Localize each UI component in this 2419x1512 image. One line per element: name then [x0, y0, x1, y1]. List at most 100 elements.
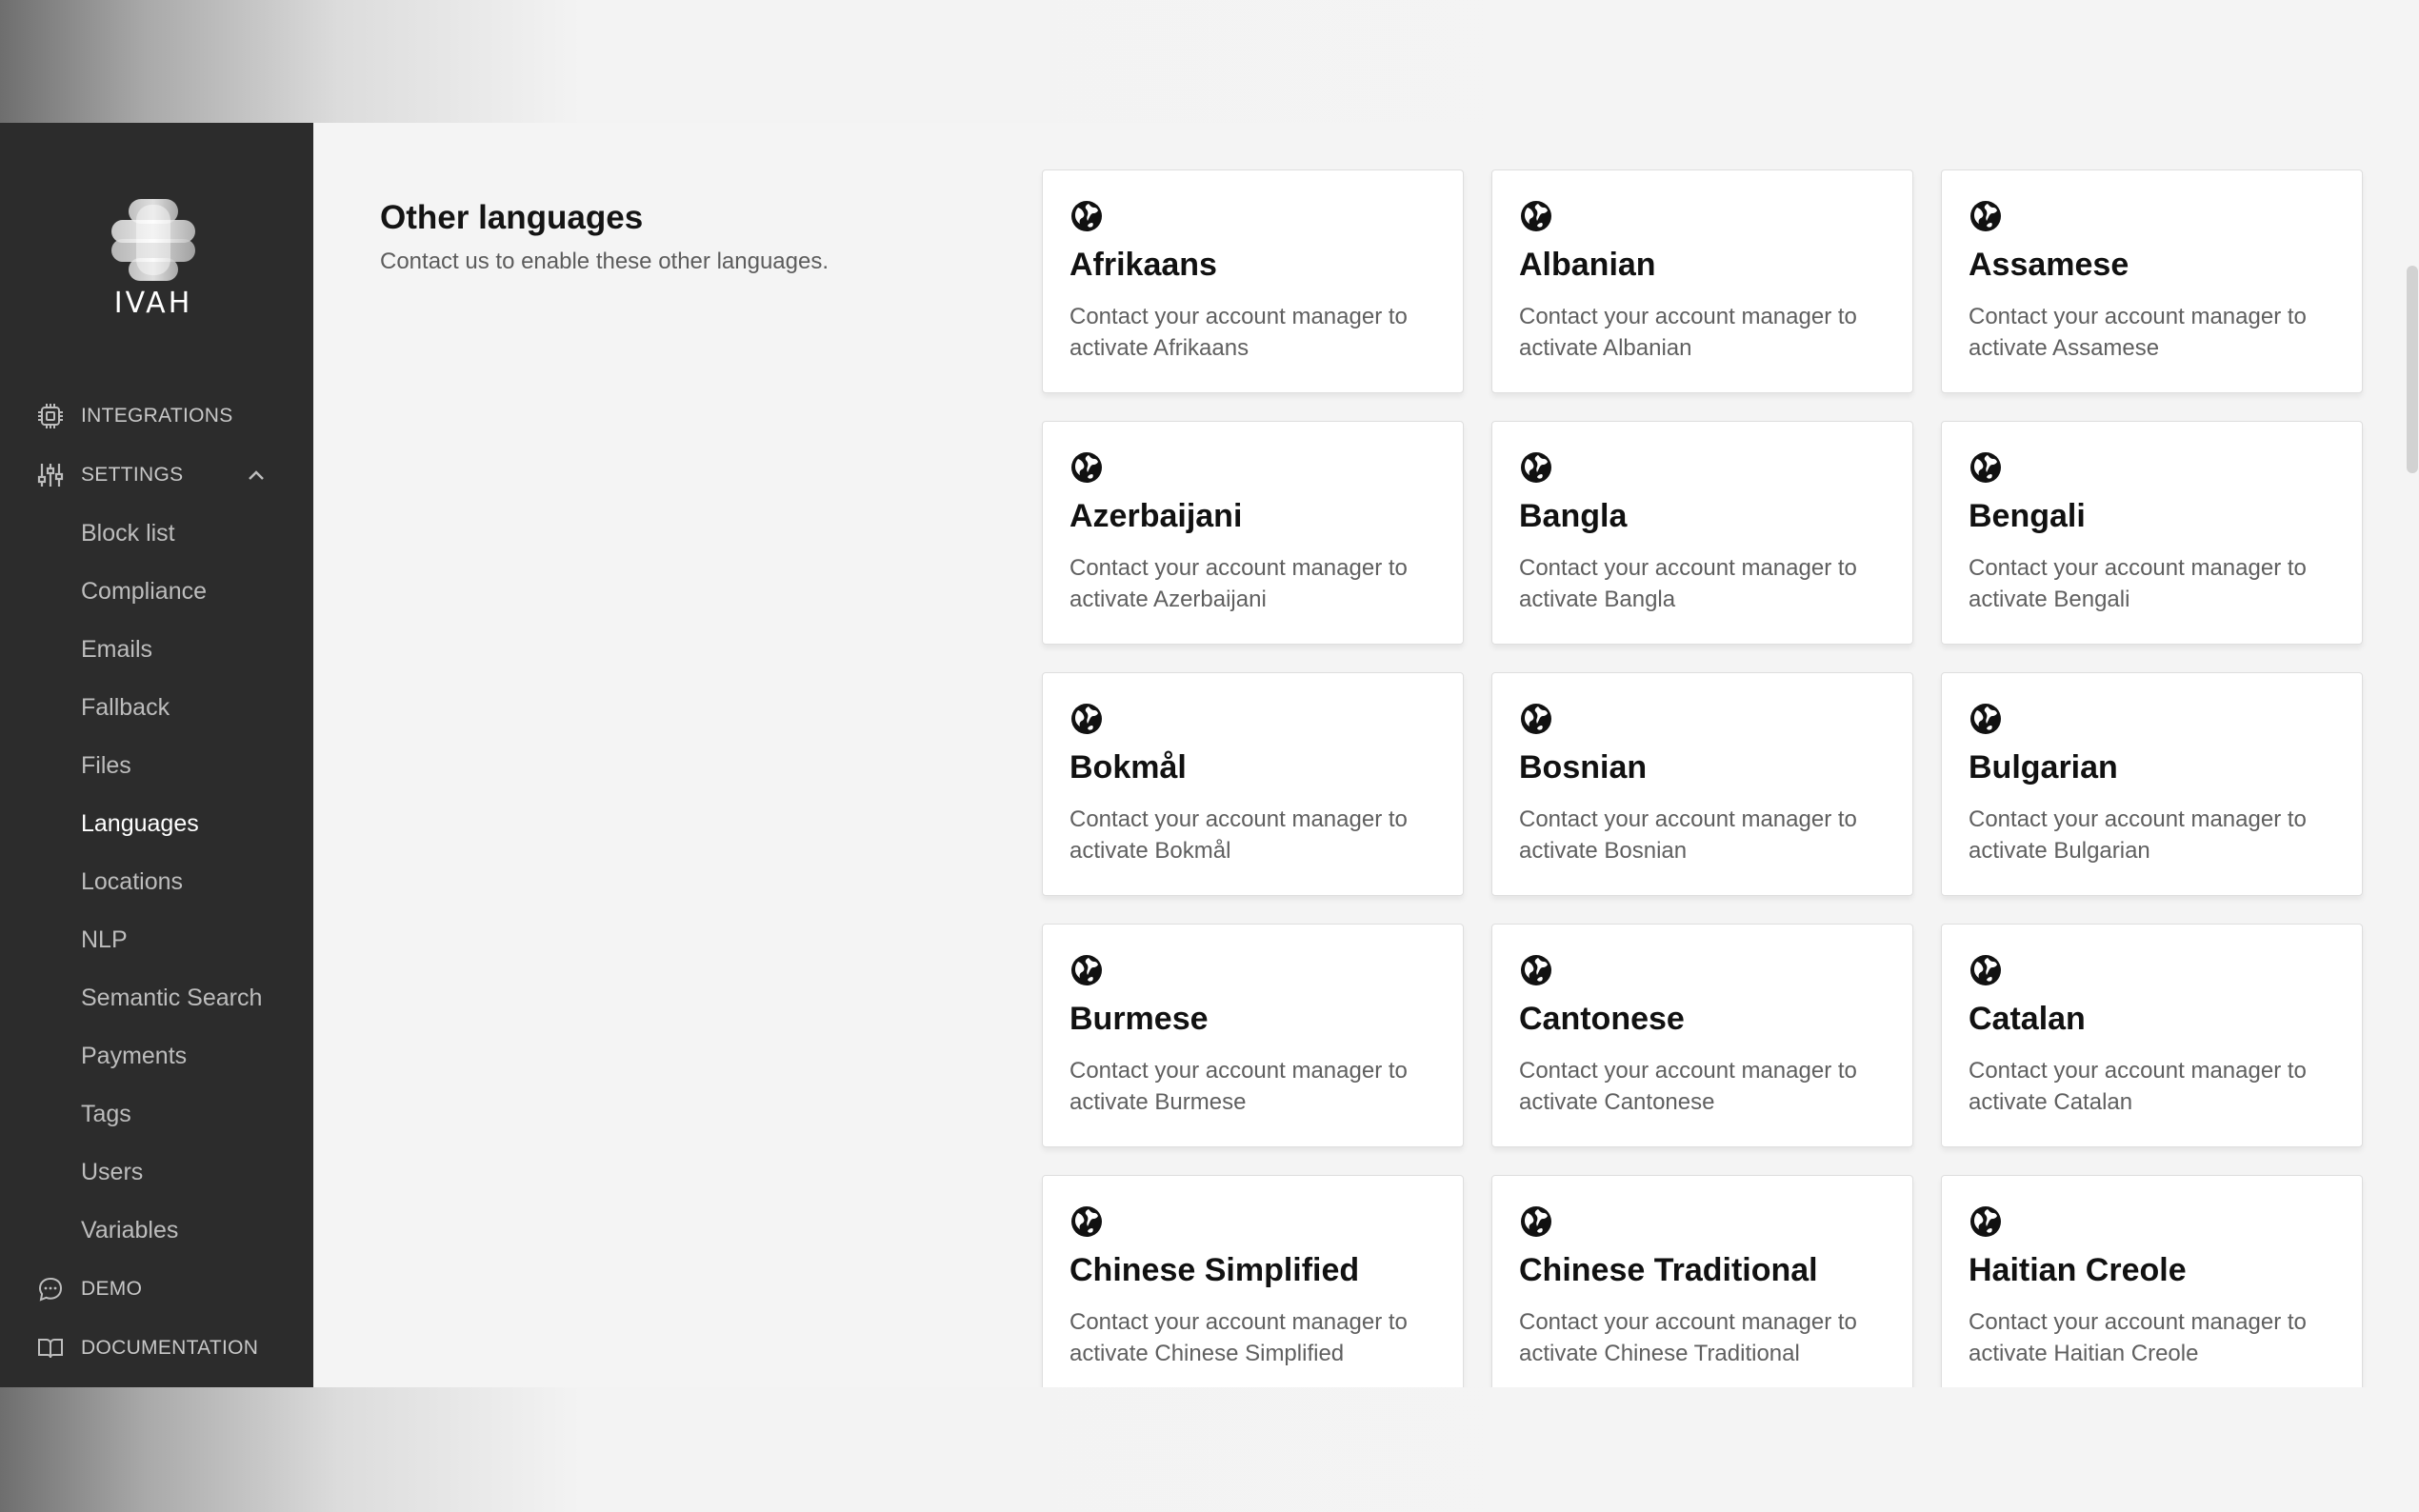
- language-name: Bangla: [1519, 498, 1628, 534]
- scrollbar-thumb[interactable]: [2407, 266, 2418, 473]
- globe-icon: [1521, 201, 1551, 231]
- sidebar-subitem-languages[interactable]: Languages: [0, 795, 313, 853]
- language-name: Burmese: [1070, 1001, 1209, 1037]
- language-name: Catalan: [1969, 1001, 2086, 1037]
- globe-icon: [1521, 955, 1551, 985]
- sidebar-subitem-payments[interactable]: Payments: [0, 1027, 313, 1085]
- sidebar-subitem-semantic-search[interactable]: Semantic Search: [0, 969, 313, 1027]
- language-name: Bosnian: [1519, 749, 1648, 786]
- language-card[interactable]: Cantonese Contact your account manager to…: [1491, 924, 1913, 1147]
- section-header: Other languages Contact us to enable the…: [380, 199, 829, 275]
- language-description: Contact your account manager to activate…: [1519, 304, 1857, 361]
- language-card[interactable]: Azerbaijani Contact your account manager …: [1042, 421, 1464, 645]
- globe-icon: [1071, 201, 1102, 231]
- language-description: Contact your account manager to activate…: [1519, 1309, 1857, 1366]
- globe-icon: [1071, 1206, 1102, 1237]
- language-name: Haitian Creole: [1969, 1252, 2187, 1288]
- book-icon: [38, 1339, 63, 1359]
- sidebar-item-settings[interactable]: SETTINGS: [0, 446, 313, 505]
- sidebar-item-documentation[interactable]: DOCUMENTATION: [0, 1319, 313, 1378]
- brand-name: IVAH: [113, 287, 193, 320]
- language-card[interactable]: Burmese Contact your account manager to a…: [1042, 924, 1464, 1147]
- language-name: Afrikaans: [1070, 247, 1217, 283]
- language-name: Bokmål: [1070, 749, 1187, 786]
- language-name: Azerbaijani: [1070, 498, 1243, 534]
- sidebar-item-label: DOCUMENTATION: [81, 1337, 259, 1359]
- sidebar-item-label: DEMO: [81, 1278, 143, 1300]
- logo-mark-icon: [111, 199, 195, 281]
- language-description: Contact your account manager to activate…: [1969, 1058, 2307, 1115]
- language-description: Contact your account manager to activate…: [1969, 806, 2307, 864]
- language-description: Contact your account manager to activate…: [1969, 1309, 2307, 1366]
- language-name: Bengali: [1969, 498, 2086, 534]
- language-name: Assamese: [1969, 247, 2129, 283]
- sidebar-subitem-block-list[interactable]: Block list: [0, 505, 313, 563]
- sidebar-item-label: SETTINGS: [81, 464, 184, 486]
- language-name: Albanian: [1519, 247, 1656, 283]
- sidebar-item-demo[interactable]: DEMO: [0, 1260, 313, 1319]
- language-card[interactable]: Afrikaans Contact your account manager to…: [1042, 169, 1464, 393]
- language-card[interactable]: Albanian Contact your account manager to …: [1491, 169, 1913, 393]
- language-description: Contact your account manager to activate…: [1969, 555, 2307, 612]
- language-description: Contact your account manager to activate…: [1519, 1058, 1857, 1115]
- chat-bubble-icon: [38, 1277, 63, 1302]
- app-window: IVAH INTEGRATIONS SETTINGS Block list Co…: [0, 123, 2419, 1387]
- globe-icon: [1071, 704, 1102, 734]
- sidebar-subitem-tags[interactable]: Tags: [0, 1085, 313, 1144]
- language-card[interactable]: Catalan Contact your account manager to a…: [1941, 924, 2363, 1147]
- globe-icon: [1970, 1206, 2001, 1237]
- globe-icon: [1071, 452, 1102, 483]
- sidebar-subitem-locations[interactable]: Locations: [0, 853, 313, 911]
- sliders-icon: [37, 464, 64, 487]
- sidebar-subitem-fallback[interactable]: Fallback: [0, 679, 313, 737]
- language-description: Contact your account manager to activate…: [1519, 555, 1857, 612]
- sidebar-subitem-compliance[interactable]: Compliance: [0, 563, 313, 621]
- language-card[interactable]: Bangla Contact your account manager to ac…: [1491, 421, 1913, 645]
- chip-icon: [38, 404, 63, 428]
- globe-icon: [1071, 955, 1102, 985]
- language-name: Cantonese: [1519, 1001, 1685, 1037]
- globe-icon: [1521, 452, 1551, 483]
- language-description: Contact your account manager to activate…: [1519, 806, 1857, 864]
- sidebar-subitem-nlp[interactable]: NLP: [0, 911, 313, 969]
- language-description: Contact your account manager to activate…: [1070, 1058, 1408, 1115]
- section-description: Contact us to enable these other languag…: [380, 249, 829, 274]
- language-name: Chinese Traditional: [1519, 1252, 1818, 1288]
- sidebar-subitem-users[interactable]: Users: [0, 1144, 313, 1202]
- language-description: Contact your account manager to activate…: [1070, 304, 1408, 361]
- sidebar-subitem-emails[interactable]: Emails: [0, 621, 313, 679]
- sidebar-subitem-files[interactable]: Files: [0, 737, 313, 795]
- bottom-backdrop: [0, 1387, 2419, 1512]
- language-description: Contact your account manager to activate…: [1969, 304, 2307, 361]
- section-title: Other languages: [380, 199, 644, 236]
- chevron-up-icon[interactable]: [246, 467, 267, 484]
- sidebar-nav: INTEGRATIONS SETTINGS Block list Complia…: [0, 387, 313, 1378]
- language-name: Chinese Simplified: [1070, 1252, 1360, 1288]
- language-card[interactable]: Haitian Creole Contact your account manag…: [1941, 1175, 2363, 1387]
- sidebar-subitem-variables[interactable]: Variables: [0, 1202, 313, 1260]
- language-description: Contact your account manager to activate…: [1070, 806, 1408, 864]
- globe-icon: [1970, 452, 2001, 483]
- globe-icon: [1970, 955, 2001, 985]
- globe-icon: [1970, 704, 2001, 734]
- language-name: Bulgarian: [1969, 749, 2118, 786]
- language-card[interactable]: Bosnian Contact your account manager to a…: [1491, 672, 1913, 896]
- main-content: Other languages Contact us to enable the…: [313, 123, 2419, 1387]
- language-card[interactable]: Chinese Simplified Contact your account m…: [1042, 1175, 1464, 1387]
- language-description: Contact your account manager to activate…: [1070, 1309, 1408, 1366]
- language-card[interactable]: Bengali Contact your account manager to a…: [1941, 421, 2363, 645]
- language-card[interactable]: Chinese Traditional Contact your account …: [1491, 1175, 1913, 1387]
- brand-logo[interactable]: IVAH: [108, 199, 199, 323]
- globe-icon: [1521, 1206, 1551, 1237]
- globe-icon: [1521, 704, 1551, 734]
- language-card[interactable]: Bulgarian Contact your account manager to…: [1941, 672, 2363, 896]
- language-card[interactable]: Assamese Contact your account manager to …: [1941, 169, 2363, 393]
- top-backdrop: [0, 0, 2419, 123]
- sidebar: IVAH INTEGRATIONS SETTINGS Block list Co…: [0, 123, 313, 1387]
- language-card-grid: Afrikaans Contact your account manager to…: [1042, 169, 2363, 1387]
- scrollbar[interactable]: [2406, 123, 2419, 1387]
- language-card[interactable]: Bokmål Contact your account manager to ac…: [1042, 672, 1464, 896]
- sidebar-item-label: INTEGRATIONS: [81, 405, 233, 427]
- language-description: Contact your account manager to activate…: [1070, 555, 1408, 612]
- sidebar-item-integrations[interactable]: INTEGRATIONS: [0, 387, 313, 446]
